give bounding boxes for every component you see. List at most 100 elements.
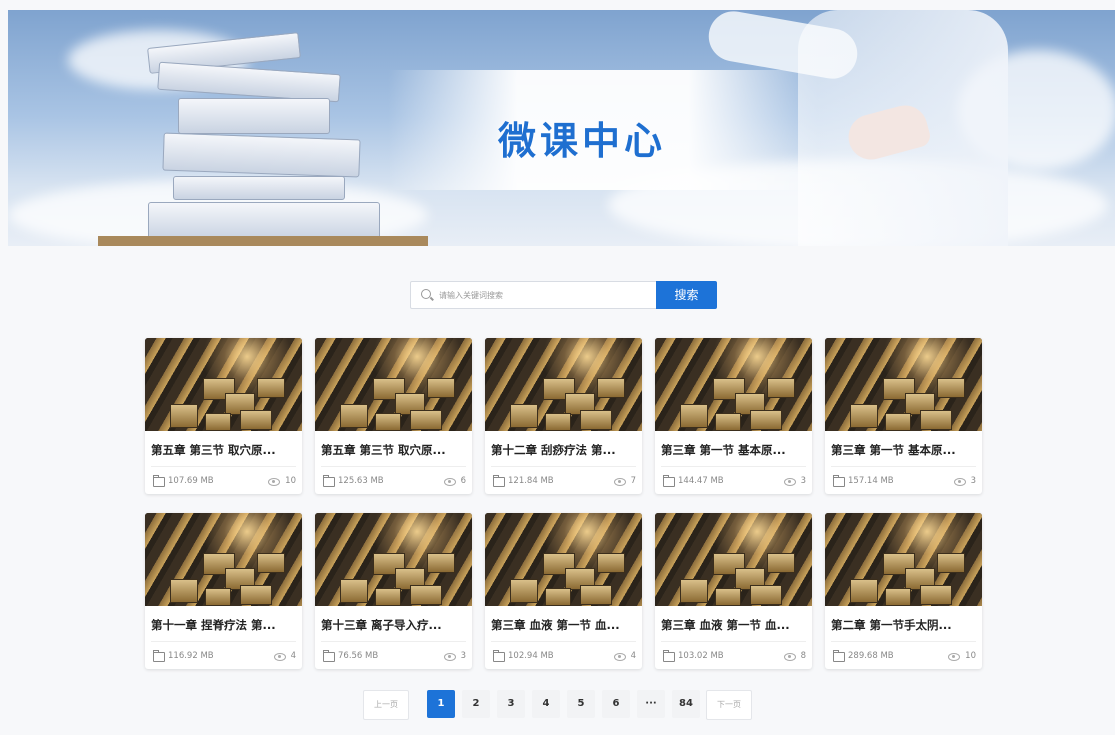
- thumbnail-block: [340, 404, 368, 428]
- view-count: 10: [285, 476, 296, 486]
- thumbnail-block: [920, 585, 952, 605]
- thumbnail-block: [240, 585, 272, 605]
- divider: [321, 641, 466, 642]
- page-button-6[interactable]: 6: [602, 690, 630, 718]
- folder-icon: [833, 475, 845, 487]
- course-card[interactable]: 第十一章 捏脊疗法 第... 116.92 MB 4: [145, 513, 302, 669]
- thumbnail-block: [257, 378, 285, 398]
- course-card[interactable]: 第二章 第一节手太阴... 289.68 MB 10: [825, 513, 982, 669]
- page-ellipsis[interactable]: ···: [637, 690, 665, 718]
- course-thumbnail: [315, 338, 472, 431]
- divider: [151, 466, 296, 467]
- thumbnail-block: [510, 404, 538, 428]
- folder-icon: [663, 650, 675, 662]
- course-card[interactable]: 第五章 第三节 取穴原... 125.63 MB 6: [315, 338, 472, 494]
- course-card[interactable]: 第十二章 刮痧疗法 第... 121.84 MB 7: [485, 338, 642, 494]
- thumbnail-block: [205, 588, 231, 606]
- thumbnail-block: [375, 413, 401, 431]
- folder-icon: [493, 475, 505, 487]
- course-card[interactable]: 第三章 血液 第一节 血... 103.02 MB 8: [655, 513, 812, 669]
- search-button[interactable]: 搜索: [656, 281, 717, 309]
- file-size: 107.69 MB: [168, 476, 214, 486]
- floor-decoration: [98, 236, 428, 246]
- course-title: 第二章 第一节手太阴...: [831, 618, 952, 632]
- prev-page-button[interactable]: 上一页: [363, 690, 409, 720]
- page-button-3[interactable]: 3: [497, 690, 525, 718]
- view-count: 3: [800, 476, 806, 486]
- course-card[interactable]: 第三章 血液 第一节 血... 102.94 MB 4: [485, 513, 642, 669]
- file-size: 289.68 MB: [848, 651, 894, 661]
- folder-icon: [323, 475, 335, 487]
- thumbnail-block: [750, 410, 782, 430]
- thumbnail-block: [340, 579, 368, 603]
- course-thumbnail: [825, 513, 982, 606]
- course-card[interactable]: 第十三章 离子导入疗... 76.56 MB 3: [315, 513, 472, 669]
- course-thumbnail: [145, 338, 302, 431]
- course-title: 第五章 第三节 取穴原...: [151, 443, 276, 457]
- divider: [321, 466, 466, 467]
- course-thumbnail: [485, 513, 642, 606]
- page-button-1[interactable]: 1: [427, 690, 455, 718]
- eye-icon: [268, 478, 280, 486]
- divider: [661, 641, 806, 642]
- folder-icon: [663, 475, 675, 487]
- thumbnail-block: [427, 378, 455, 398]
- file-size: 157.14 MB: [848, 476, 894, 486]
- thumbnail-block: [240, 410, 272, 430]
- view-count: 10: [965, 651, 976, 661]
- thumbnail-block: [597, 378, 625, 398]
- course-thumbnail: [655, 513, 812, 606]
- course-title: 第三章 血液 第一节 血...: [661, 618, 790, 632]
- page-button-84[interactable]: 84: [672, 690, 700, 718]
- thumbnail-block: [920, 410, 952, 430]
- thumbnail-block: [510, 579, 538, 603]
- thumbnail-block: [580, 585, 612, 605]
- file-size: 125.63 MB: [338, 476, 384, 486]
- course-card[interactable]: 第三章 第一节 基本原... 144.47 MB 3: [655, 338, 812, 494]
- thumbnail-block: [410, 585, 442, 605]
- thumbnail-block: [937, 378, 965, 398]
- eye-icon: [614, 478, 626, 486]
- course-thumbnail: [655, 338, 812, 431]
- file-size: 121.84 MB: [508, 476, 554, 486]
- pagination: 上一页 1 2 3 4 5 6 ··· 84 下一页: [0, 690, 1115, 720]
- next-page-button[interactable]: 下一页: [706, 690, 752, 720]
- search-input[interactable]: 请输入关键词搜索: [410, 281, 658, 309]
- folder-icon: [493, 650, 505, 662]
- divider: [151, 641, 296, 642]
- view-count: 8: [800, 651, 806, 661]
- thumbnail-block: [170, 579, 198, 603]
- thumbnail-block: [767, 378, 795, 398]
- thumbnail-block: [680, 579, 708, 603]
- page-button-2[interactable]: 2: [462, 690, 490, 718]
- course-title: 第三章 第一节 基本原...: [831, 443, 956, 457]
- thumbnail-block: [545, 588, 571, 606]
- divider: [831, 641, 976, 642]
- thumbnail-block: [715, 413, 741, 431]
- thumbnail-block: [597, 553, 625, 573]
- thumbnail-block: [750, 585, 782, 605]
- page-button-5[interactable]: 5: [567, 690, 595, 718]
- thumbnail-block: [937, 553, 965, 573]
- course-title: 第三章 第一节 基本原...: [661, 443, 786, 457]
- file-size: 103.02 MB: [678, 651, 724, 661]
- file-size: 76.56 MB: [338, 651, 379, 661]
- search-icon: [421, 289, 431, 299]
- file-size: 102.94 MB: [508, 651, 554, 661]
- page-button-4[interactable]: 4: [532, 690, 560, 718]
- course-card[interactable]: 第三章 第一节 基本原... 157.14 MB 3: [825, 338, 982, 494]
- search-placeholder: 请输入关键词搜索: [439, 291, 503, 300]
- thumbnail-block: [257, 553, 285, 573]
- course-card[interactable]: 第五章 第三节 取穴原... 107.69 MB 10: [145, 338, 302, 494]
- file-size: 144.47 MB: [678, 476, 724, 486]
- view-count: 6: [460, 476, 466, 486]
- thumbnail-block: [375, 588, 401, 606]
- course-thumbnail: [145, 513, 302, 606]
- folder-icon: [153, 650, 165, 662]
- thumbnail-block: [427, 553, 455, 573]
- thumbnail-block: [170, 404, 198, 428]
- folder-icon: [153, 475, 165, 487]
- view-count: 3: [460, 651, 466, 661]
- divider: [831, 466, 976, 467]
- thumbnail-block: [205, 413, 231, 431]
